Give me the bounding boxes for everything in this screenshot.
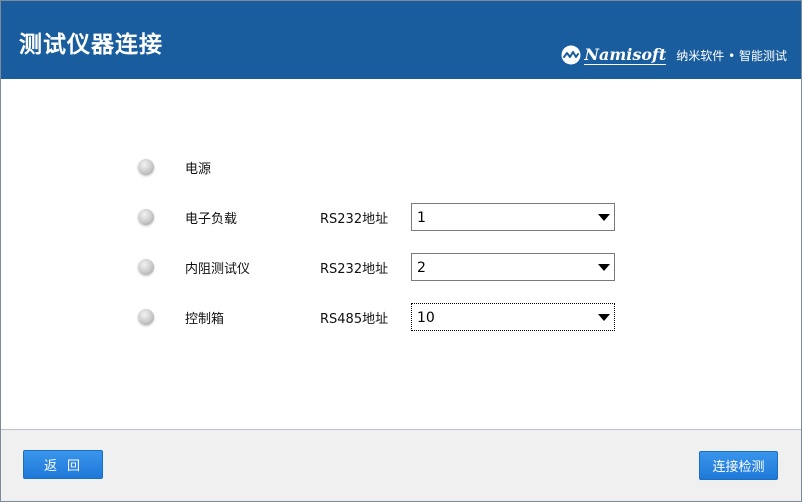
device-label: 电源 (185, 162, 212, 177)
status-led-icon (138, 309, 154, 325)
back-button[interactable]: 返回 (23, 450, 103, 479)
address-label: RS485地址 (320, 312, 389, 327)
device-label: 控制箱 (185, 312, 225, 327)
dropdown-arrow-icon[interactable] (598, 214, 610, 221)
status-led-icon (138, 159, 154, 175)
footer-bar: 返回 连接检测 (1, 430, 801, 501)
brand-tagline: 纳米软件 • 智能测试 (676, 48, 787, 63)
header-bar: 测试仪器连接 Namisoft 纳米软件 • 智能测试 (1, 1, 801, 79)
device-label: 内阻测试仪 (185, 262, 251, 277)
address-label: RS232地址 (320, 262, 389, 277)
address-select-resistance-tester[interactable]: 2 (411, 253, 615, 281)
address-select-control-box[interactable]: 10 (411, 303, 615, 331)
status-led-icon (138, 259, 154, 275)
address-select-electronic-load[interactable]: 1 (411, 203, 615, 231)
device-row-electronic-load: 电子负载 RS232地址 1 (1, 203, 801, 231)
page-title: 测试仪器连接 (19, 32, 163, 58)
address-label: RS232地址 (320, 212, 389, 227)
device-row-power: 电源 (1, 153, 801, 181)
brand: Namisoft 纳米软件 • 智能测试 (561, 44, 787, 66)
brand-name: Namisoft (584, 44, 667, 65)
dropdown-arrow-icon[interactable] (598, 264, 610, 271)
device-row-resistance-tester: 内阻测试仪 RS232地址 2 (1, 253, 801, 281)
address-select-value: 10 (417, 310, 435, 326)
address-select-value: 2 (417, 260, 426, 276)
device-list: 电源 电子负载 RS232地址 1 内阻测试仪 RS232地址 2 控制箱 RS… (1, 79, 801, 429)
device-row-control-box: 控制箱 RS485地址 10 (1, 303, 801, 331)
dropdown-arrow-icon[interactable] (598, 314, 610, 321)
connection-check-button[interactable]: 连接检测 (699, 451, 778, 480)
namisoft-logo-icon (561, 45, 581, 65)
status-led-icon (138, 209, 154, 225)
address-select-value: 1 (417, 210, 426, 226)
device-label: 电子负载 (185, 212, 238, 227)
instrument-connection-window: 测试仪器连接 Namisoft 纳米软件 • 智能测试 电源 电子负载 RS23… (0, 0, 802, 502)
